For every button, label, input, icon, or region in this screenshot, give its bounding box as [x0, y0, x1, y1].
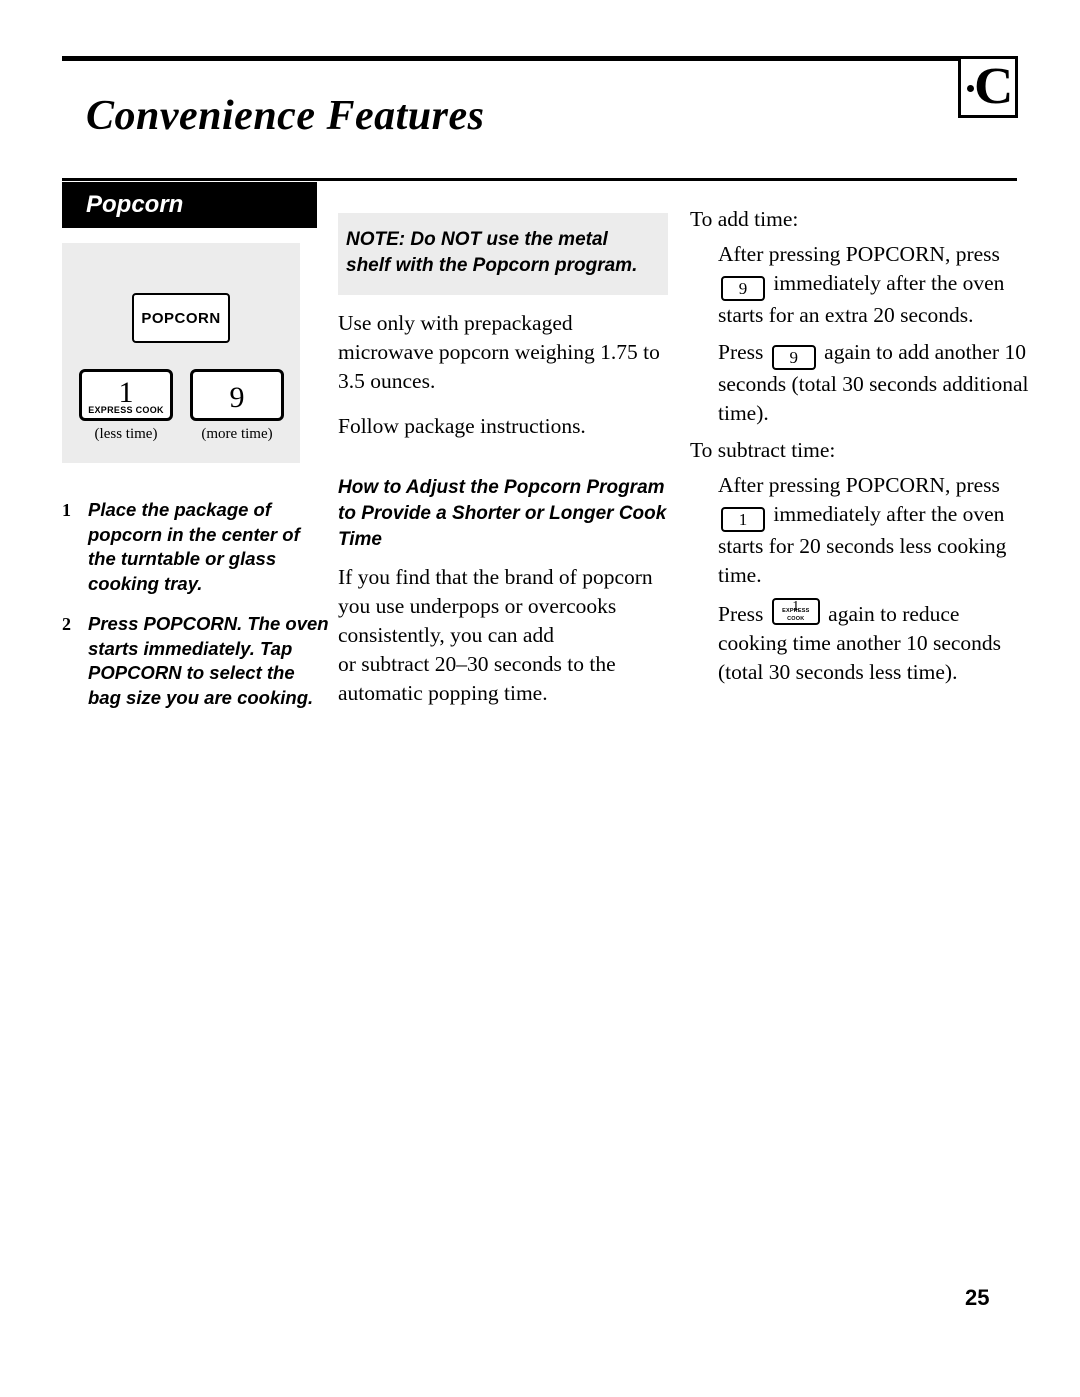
inline-key-sublabel: EXPRESS COOK — [782, 608, 810, 622]
right-column: To add time: After pressing POPCORN, pre… — [690, 205, 1030, 695]
add-time-text-2a: Press — [718, 340, 764, 364]
step-number: 1 — [62, 500, 71, 520]
page-number: 25 — [965, 1285, 990, 1310]
add-time-instruction-1b: 9 immediately after the oven starts for … — [690, 269, 1030, 330]
logo-dot — [967, 85, 974, 92]
step-number: 2 — [62, 614, 71, 634]
step-text: Place the package of popcorn in the cent… — [88, 499, 300, 594]
subtract-time-instruction-2: Press 1 EXPRESS COOK again to reduce coo… — [690, 598, 1030, 687]
add-time-text-2b: again to add another 10 seconds (total 3… — [718, 340, 1029, 425]
step-item: 1 Place the package of popcorn in the ce… — [62, 498, 332, 596]
step-item: 2 Press POPCORN. The oven starts immedia… — [62, 612, 332, 710]
paragraph-follow-instructions: Follow package instructions. — [338, 414, 586, 438]
subtract-time-text-2a: Press — [718, 602, 764, 626]
subtract-time-instruction-1b: 1 immediately after the oven starts for … — [690, 500, 1030, 590]
add-time-lead: To add time: — [690, 207, 799, 231]
note-text: NOTE: Do NOT use the metal shelf with th… — [346, 229, 638, 276]
section-heading-label: Popcorn — [86, 191, 184, 218]
inline-key-express-cook-one: 1 EXPRESS COOK — [771, 598, 820, 625]
subtract-time-lead: To subtract time: — [690, 438, 836, 462]
header-rule-top — [62, 56, 1017, 61]
paragraph-adjust-cont: or subtract 20–30 seconds to the automat… — [338, 652, 616, 705]
logo-glyph: C — [974, 58, 1014, 115]
caption-more-time: (more time) — [201, 426, 273, 442]
number-nine-digit: 9 — [229, 381, 245, 414]
keypad-illustration: POPCORN 1 EXPRESS COOK 9 (less time) (mo… — [62, 243, 300, 463]
caption-less-time: (less time) — [94, 426, 158, 442]
steps-list: 1 Place the package of popcorn in the ce… — [62, 498, 332, 726]
add-time-instruction-1: After pressing POPCORN, press — [690, 240, 1030, 269]
page-title: Convenience Features — [86, 93, 485, 139]
paragraph-usage: Use only with prepackaged microwave popc… — [338, 311, 660, 393]
section-heading-bar: Popcorn — [62, 182, 317, 228]
adjust-program-subheading: How to Adjust the Popcorn Program to Pro… — [338, 477, 667, 550]
express-cook-one-sublabel: EXPRESS COOK — [88, 405, 164, 415]
step-text: Press POPCORN. The oven starts immediate… — [88, 613, 329, 708]
inline-key-nine: 9 — [771, 345, 816, 370]
inline-key-nine: 9 — [721, 276, 765, 301]
express-cook-one-key: 1 EXPRESS COOK — [79, 369, 173, 421]
header-rule-bottom — [62, 178, 1017, 181]
add-time-instruction-2: Press 9 again to add another 10 seconds … — [690, 338, 1030, 428]
middle-column: NOTE: Do NOT use the metal shelf with th… — [338, 213, 668, 708]
number-nine-key: 9 — [190, 369, 284, 421]
popcorn-key: POPCORN — [132, 293, 230, 343]
manual-page: Convenience Features C Popcorn POPCORN 1… — [0, 0, 1080, 1397]
note-box: NOTE: Do NOT use the metal shelf with th… — [338, 213, 668, 295]
popcorn-key-label: POPCORN — [141, 310, 221, 327]
subtract-time-text-1a: After pressing POPCORN, press — [718, 473, 1000, 497]
add-time-text-1a: After pressing POPCORN, press — [718, 242, 1000, 266]
subtract-time-instruction-1: After pressing POPCORN, press — [690, 471, 1030, 500]
paragraph-adjust-intro: If you find that the brand of popcorn yo… — [338, 565, 653, 647]
inline-key-one: 1 — [721, 507, 765, 532]
brand-logo: C — [958, 56, 1018, 118]
